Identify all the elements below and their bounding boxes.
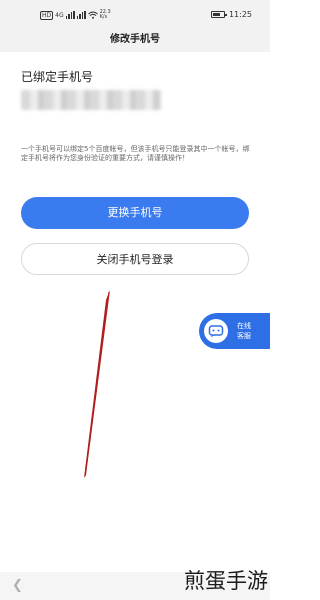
online-service-button[interactable]: 在线 客服: [199, 313, 270, 349]
chevron-left-icon[interactable]: ❮: [12, 578, 23, 593]
online-service-line2: 客服: [237, 332, 251, 340]
annotation-arrow: [84, 290, 110, 478]
customer-service-icon: [204, 319, 228, 343]
online-service-label: 在线 客服: [237, 321, 251, 341]
watermark: 煎蛋手游: [184, 569, 268, 593]
online-service-line1: 在线: [237, 322, 251, 330]
